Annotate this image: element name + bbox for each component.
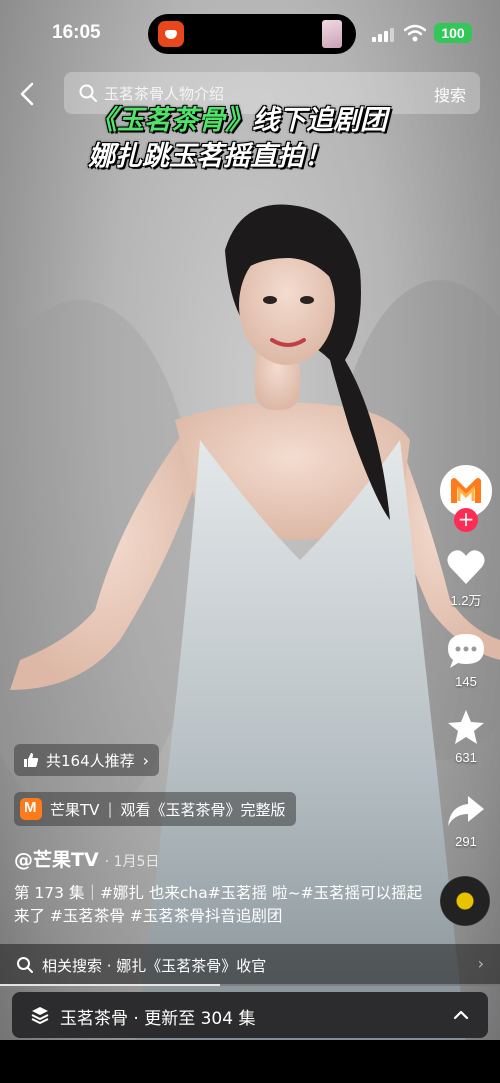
share-count: 291 xyxy=(455,834,477,849)
back-button[interactable] xyxy=(14,80,42,108)
related-search-text: 相关搜索 · 娜扎《玉茗茶骨》收官 xyxy=(42,957,267,975)
follow-button[interactable]: + xyxy=(454,508,478,532)
dynamic-island xyxy=(148,14,356,54)
title-event: 线下追剧团 xyxy=(252,105,387,136)
mango-tv-icon xyxy=(20,798,42,820)
video-title-line1: 《玉茗茶骨》线下追剧团 xyxy=(90,98,387,137)
author-handle[interactable]: @芒果TV xyxy=(14,849,99,871)
home-indicator-area xyxy=(0,1040,500,1083)
music-disc-icon[interactable] xyxy=(440,876,490,926)
video-description[interactable]: 第 173 集｜#娜扎 也来cha#玉茗摇 啦~#玉茗摇可以摇起来了 #玉茗茶骨… xyxy=(14,882,424,928)
recommend-pill[interactable]: 共164人推荐 › xyxy=(14,744,160,776)
source-channel: 芒果TV xyxy=(50,800,100,819)
battery-indicator: 100 xyxy=(434,23,472,43)
search-icon xyxy=(17,957,33,973)
search-button[interactable]: 搜索 xyxy=(434,82,466,106)
chevron-up-icon[interactable] xyxy=(452,1006,470,1024)
share-button[interactable]: 291 xyxy=(436,792,496,849)
post-date: · 1月5日 xyxy=(104,854,160,870)
layers-icon xyxy=(31,1007,49,1025)
like-button[interactable]: 1.2万 xyxy=(436,548,496,609)
like-count: 1.2万 xyxy=(450,593,482,608)
video-player[interactable]: 16:05 100 玉茗茶骨人物介绍 搜索 《玉茗茶骨》线下追剧团 娜扎跳玉茗摇… xyxy=(0,0,500,1083)
chevron-right-icon: › xyxy=(142,750,150,770)
wifi-icon xyxy=(404,24,426,42)
signal-icon xyxy=(372,28,394,42)
media-cover-icon xyxy=(322,20,342,48)
favorite-count: 631 xyxy=(455,750,477,765)
playback-progress-fill xyxy=(0,984,220,986)
star-icon xyxy=(448,710,484,744)
source-link[interactable]: 芒果TV | 观看《玉茗茶骨》完整版 xyxy=(14,792,296,826)
series-label: 玉茗茶骨 · 更新至 304 集 xyxy=(60,1009,256,1029)
favorite-button[interactable]: 631 xyxy=(436,708,496,765)
comment-count: 145 xyxy=(455,674,477,689)
divider: | xyxy=(107,800,113,818)
comment-icon xyxy=(448,634,484,668)
title-show-name: 《玉茗茶骨》 xyxy=(90,105,252,136)
source-action: 观看《玉茗茶骨》完整版 xyxy=(120,800,286,819)
recommend-label: 共164人推荐 xyxy=(46,751,135,770)
app-icon xyxy=(158,21,184,47)
playback-progress-bar[interactable] xyxy=(0,984,500,986)
heart-icon xyxy=(447,550,485,584)
series-bar[interactable]: 玉茗茶骨 · 更新至 304 集 xyxy=(12,992,488,1038)
thumbs-up-icon xyxy=(24,753,39,767)
share-arrow-icon xyxy=(448,796,484,826)
status-time: 16:05 xyxy=(52,22,101,43)
video-title-line2: 娜扎跳玉茗摇直拍！ xyxy=(88,141,331,172)
comment-button[interactable]: 145 xyxy=(436,632,496,689)
chevron-right-icon: › xyxy=(477,954,484,973)
author-name[interactable]: @芒果TV · 1月5日 xyxy=(14,845,159,872)
related-search-bar[interactable]: 相关搜索 · 娜扎《玉茗茶骨》收官 › xyxy=(0,944,500,986)
